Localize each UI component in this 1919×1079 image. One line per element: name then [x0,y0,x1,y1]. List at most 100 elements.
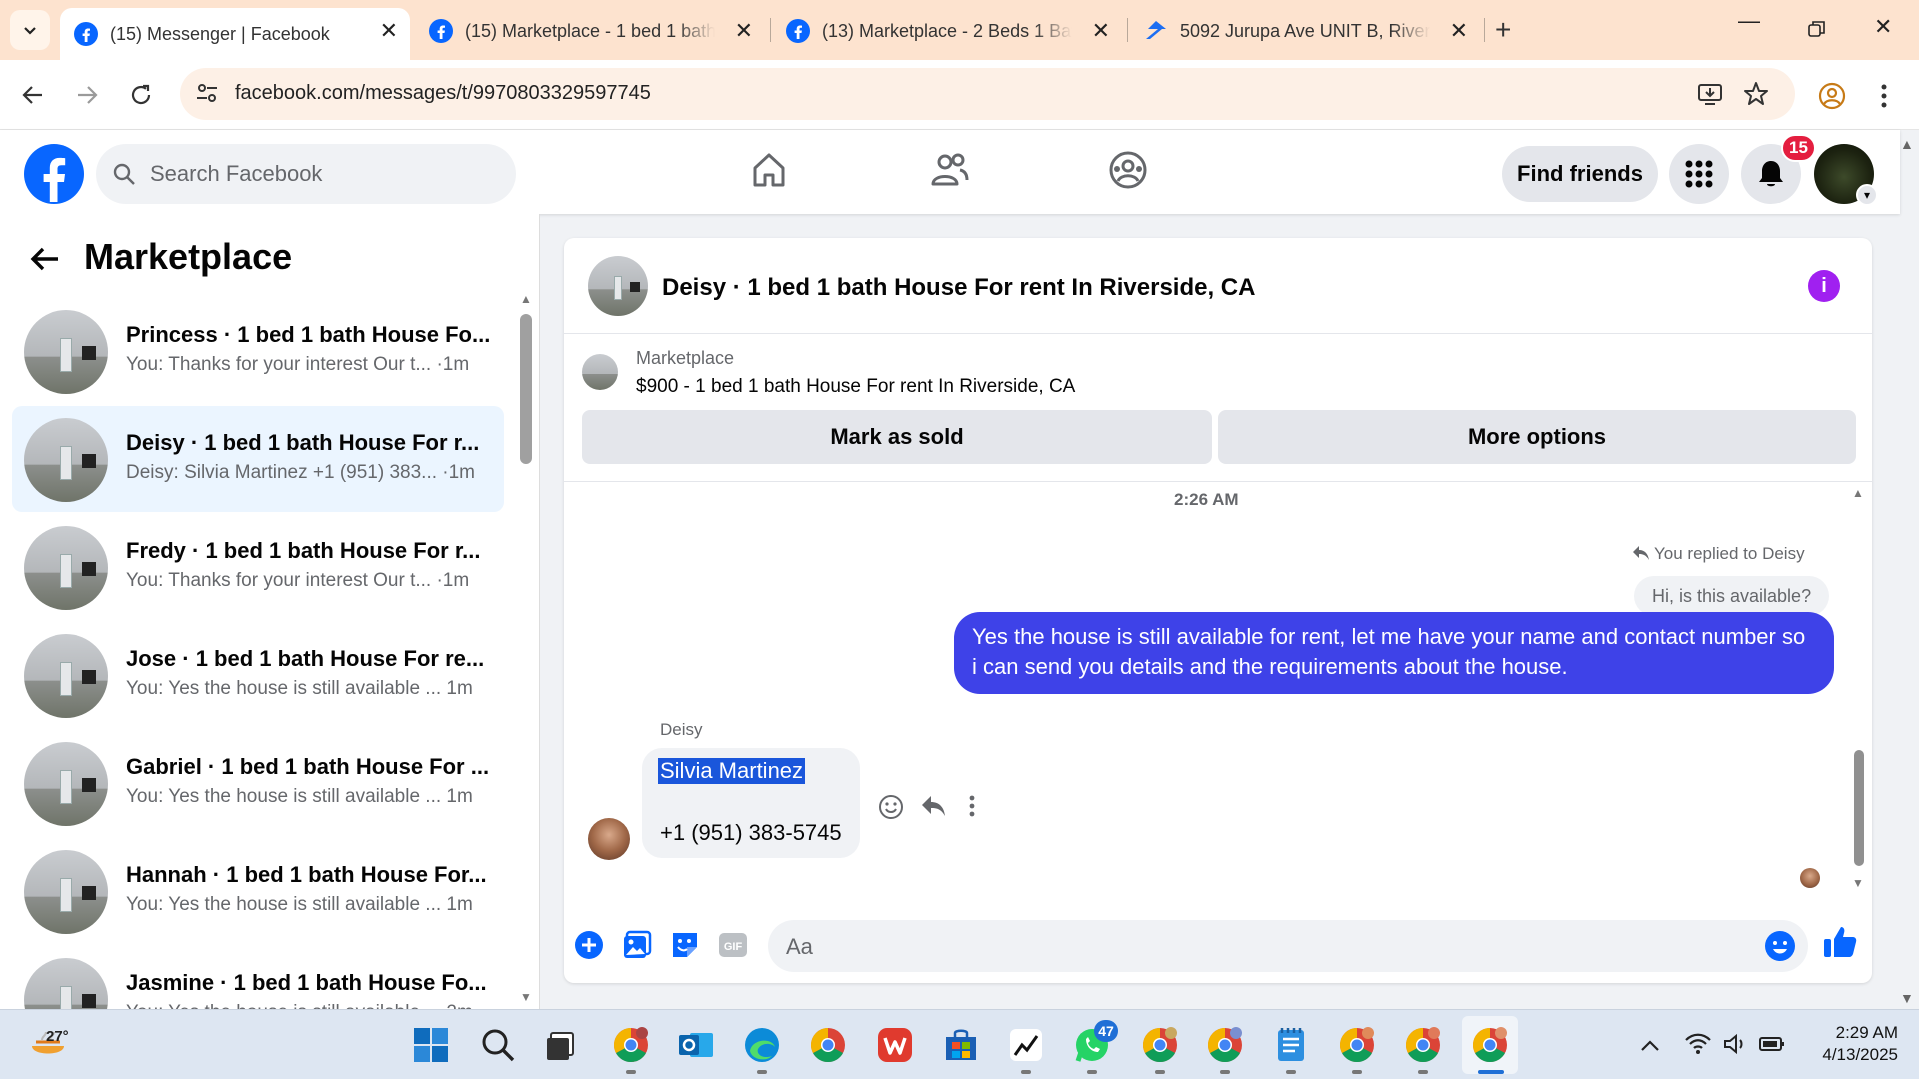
tab-close-icon[interactable]: ✕ [735,18,753,44]
chrome-profile-icon[interactable] [1140,1025,1180,1065]
reply-icon [1633,546,1649,560]
page-scroll-down-icon[interactable]: ▼ [1900,990,1914,1006]
tab-search-button[interactable] [10,10,50,50]
microsoft-store-icon[interactable] [941,1025,981,1065]
home-icon[interactable] [749,150,789,190]
tab-marketplace-2[interactable]: (13) Marketplace - 2 Beds 1 Bat ✕ [772,8,1122,54]
message-input[interactable]: Aa [768,920,1808,972]
mark-as-sold-button[interactable]: Mark as sold [582,410,1212,464]
tab-zillow[interactable]: 5092 Jurupa Ave UNIT B, Rivers ✕ [1130,8,1480,54]
wifi-icon[interactable] [1684,1032,1712,1056]
edge-icon[interactable] [742,1025,782,1065]
windows-taskbar: 27° 47 2:29 AM 4/13/2025 [0,1009,1919,1079]
browser-menu-icon[interactable] [1880,82,1888,110]
wps-office-icon[interactable] [875,1025,915,1065]
reload-icon[interactable] [124,78,158,112]
gif-icon[interactable]: GIF [718,930,748,960]
chrome-active-icon[interactable] [1470,1025,1510,1065]
install-app-icon[interactable] [1696,80,1724,108]
tab-title: 5092 Jurupa Ave UNIT B, Rivers [1180,20,1430,41]
forward-icon[interactable] [70,78,104,112]
facebook-search-input[interactable]: Search Facebook [96,144,516,204]
page-scroll-up-icon[interactable]: ▲ [1900,136,1914,152]
bookmark-star-icon[interactable] [1742,80,1770,108]
conversation-item[interactable]: Jasmine · 1 bed 1 bath House Fo... You: Y… [12,946,504,1009]
conversation-avatar[interactable] [588,256,648,316]
selected-text[interactable]: Silvia Martinez [658,758,806,784]
volume-icon[interactable] [1722,1032,1748,1056]
new-tab-icon[interactable]: + [1495,14,1511,46]
conversation-item[interactable]: Princess · 1 bed 1 bath House Fo... You: … [12,298,504,404]
groups-icon[interactable] [1108,150,1148,190]
more-options-button[interactable]: More options [1218,410,1856,464]
quoted-message[interactable]: Hi, is this available? [1634,576,1830,616]
incoming-message[interactable]: Silvia Martinez +1 (951) 383-5745 [642,748,860,858]
outlook-icon[interactable] [676,1025,716,1065]
plus-circle-icon[interactable] [574,930,604,960]
sidebar-title: Marketplace [84,236,293,277]
conversation-item[interactable]: Hannah · 1 bed 1 bath House For... You: Y… [12,838,504,944]
chrome-profile-icon[interactable] [1337,1025,1377,1065]
address-bar[interactable]: facebook.com/messages/t/9970803329597745 [180,68,1795,120]
system-clock[interactable]: 2:29 AM 4/13/2025 [1808,1022,1898,1066]
tab-close-icon[interactable]: ✕ [1092,18,1110,44]
chrome-profile-icon[interactable] [1205,1025,1245,1065]
stocks-app-icon[interactable] [1006,1025,1046,1065]
tab-marketplace-1[interactable]: (15) Marketplace - 1 bed 1 bath ✕ [415,8,765,54]
chat-title[interactable]: Deisy · 1 bed 1 bath House For rent In R… [662,274,1255,302]
minimize-icon[interactable]: — [1738,8,1760,34]
restore-icon[interactable] [1808,20,1826,38]
scroll-up-icon[interactable]: ▲ [520,292,532,306]
conversation-item[interactable]: Fredy · 1 bed 1 bath House For r... You: … [12,514,504,620]
react-emoji-icon[interactable] [878,794,904,820]
battery-icon[interactable] [1758,1032,1786,1056]
facebook-logo-icon[interactable] [24,144,84,204]
task-view-icon[interactable] [542,1025,582,1065]
sender-avatar[interactable] [588,818,630,860]
conversation-name: Jose · 1 bed 1 bath House For re... [126,646,485,671]
back-arrow-icon[interactable] [30,242,60,281]
active-app-indicator [1478,1070,1504,1074]
chat-scroll-up-icon[interactable]: ▲ [1852,486,1864,500]
find-friends-button[interactable]: Find friends [1502,146,1658,202]
emoji-icon[interactable] [1764,930,1796,962]
conversation-item[interactable]: Jose · 1 bed 1 bath House For re... You: … [12,622,504,728]
chrome-icon[interactable] [808,1025,848,1065]
scroll-down-icon[interactable]: ▼ [520,990,532,1004]
weather-widget[interactable]: 27° [28,1020,69,1069]
friends-icon[interactable] [928,150,970,190]
account-avatar[interactable]: ▾ [1814,144,1878,206]
conversation-item[interactable]: Gabriel · 1 bed 1 bath House For ... You:… [12,730,504,836]
search-icon[interactable] [478,1025,518,1065]
chevron-up-icon[interactable] [1640,1038,1660,1052]
listing-thumbnail[interactable] [582,354,618,390]
outgoing-message[interactable]: Yes the house is still available for ren… [954,612,1834,694]
windows-start-icon[interactable] [411,1025,451,1065]
tab-close-icon[interactable]: ✕ [1450,18,1468,44]
chat-scrollbar[interactable] [1854,750,1864,866]
site-info-icon[interactable] [194,80,220,106]
photo-icon[interactable] [622,930,652,960]
conversation-preview: You: Yes the house is still available ..… [126,786,473,807]
tab-close-icon[interactable]: ✕ [380,18,398,44]
phone-number[interactable]: +1 (951) 383-5745 [660,820,842,846]
more-vertical-icon[interactable] [968,794,976,818]
chrome-profile-icon[interactable] [1403,1025,1443,1065]
notepad-icon[interactable] [1271,1025,1311,1065]
chrome-profile-icon[interactable] [611,1025,651,1065]
info-icon[interactable]: i [1808,270,1840,302]
thumbs-up-icon[interactable] [1822,924,1858,960]
menu-grid-button[interactable] [1669,144,1729,204]
sticker-icon[interactable] [670,930,700,960]
reply-icon[interactable] [920,794,946,818]
tab-messenger[interactable]: (15) Messenger | Facebook ✕ [60,8,410,60]
listing-title[interactable]: $900 - 1 bed 1 bath House For rent In Ri… [636,376,1075,398]
back-icon[interactable] [16,78,50,112]
conversation-item[interactable]: Deisy · 1 bed 1 bath House For r... Deisy… [12,406,504,512]
clock-time: 2:29 AM [1835,1023,1898,1042]
chat-scroll-down-icon[interactable]: ▼ [1852,876,1864,890]
sidebar-scrollbar[interactable] [520,314,532,464]
browser-toolbar: facebook.com/messages/t/9970803329597745 [0,60,1919,130]
close-window-icon[interactable]: ✕ [1874,14,1892,40]
profile-icon[interactable] [1818,82,1846,110]
